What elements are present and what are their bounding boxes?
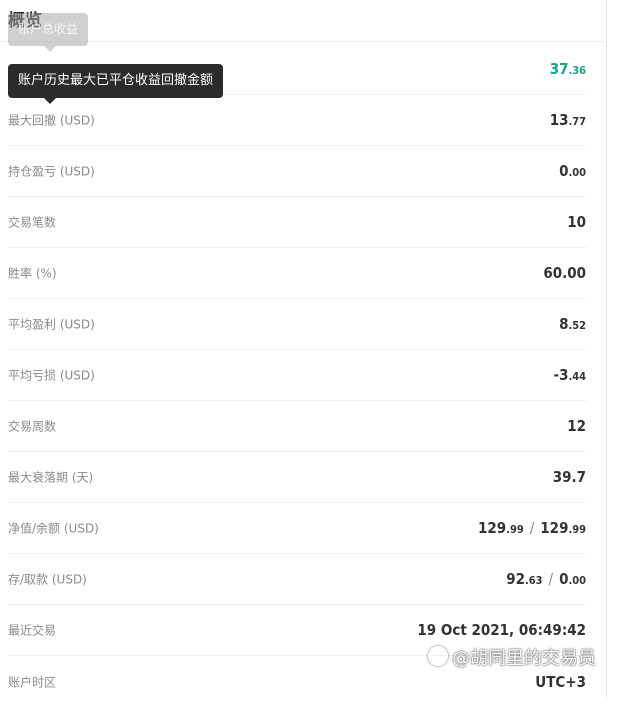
stat-row-equity-balance: 净值/余额 (USD) 129.99/129.99 [8, 503, 586, 554]
watermark: @胡同里的交易员 [428, 644, 596, 670]
stat-value: 12 [567, 417, 586, 435]
stat-value: 39.7 [552, 468, 586, 486]
stat-row-win-rate: 胜率 (%) 60.00 [8, 248, 586, 299]
stat-label: 最大回撤 (USD) [8, 113, 95, 128]
stat-label: 账户时区 [8, 675, 57, 689]
stat-value: -3.44 [553, 366, 586, 384]
stat-row-deposit-withdrawal: 存/取款 (USD) 92.63/0.00 [8, 554, 586, 605]
stat-label: 最大衰落期 (天) [8, 470, 94, 485]
stat-row-floating-pl: 持仓盈亏 (USD) 0.00 [8, 146, 586, 197]
stat-value: 19 Oct 2021, 06:49:42 [417, 621, 586, 639]
overview-panel: 概览 37.36 最大回撤 (USD) 13.77 持仓盈亏 (USD) 0.0… [0, 0, 607, 698]
stat-row-max-drawdown[interactable]: 最大回撤 (USD) 13.77 [8, 95, 586, 146]
divider [0, 41, 606, 42]
stat-row-trading-weeks: 交易周数 12 [8, 401, 586, 452]
stat-label: 平均亏损 (USD) [8, 368, 95, 383]
stat-value: 10 [567, 213, 586, 231]
watermark-text: @胡同里的交易员 [452, 648, 596, 669]
stat-label: 交易笔数 [8, 215, 57, 230]
stat-value: 92.63/0.00 [506, 570, 586, 588]
stat-value: 60.00 [543, 264, 586, 282]
stat-label: 平均盈利 (USD) [8, 317, 95, 332]
stat-value: 0.00 [559, 162, 586, 180]
stat-row-trade-count: 交易笔数 10 [8, 197, 586, 248]
weibo-logo-icon [428, 646, 448, 666]
stat-value: 37.36 [549, 60, 586, 78]
stat-value: 13.77 [549, 111, 586, 129]
stat-label: 最近交易 [8, 623, 57, 638]
stat-row-max-decline-period: 最大衰落期 (天) 39.7 [8, 452, 586, 503]
stat-label: 净值/余额 (USD) [8, 521, 99, 536]
stat-label: 存/取款 (USD) [8, 572, 87, 587]
stat-row-avg-loss: 平均亏损 (USD) -3.44 [8, 350, 586, 401]
tooltip-total-profit: 账户总收益 [8, 13, 88, 52]
stat-row-avg-profit: 平均盈利 (USD) 8.52 [8, 299, 586, 350]
stat-label: 胜率 (%) [8, 266, 57, 281]
stat-value: UTC+3 [535, 672, 586, 691]
tooltip-max-drawdown: 账户历史最大已平仓收益回撤金额 [8, 64, 224, 104]
stat-value: 129.99/129.99 [478, 519, 586, 537]
stat-label: 持仓盈亏 (USD) [8, 164, 95, 179]
stat-value: 8.52 [559, 315, 586, 333]
stat-label: 交易周数 [8, 419, 57, 434]
